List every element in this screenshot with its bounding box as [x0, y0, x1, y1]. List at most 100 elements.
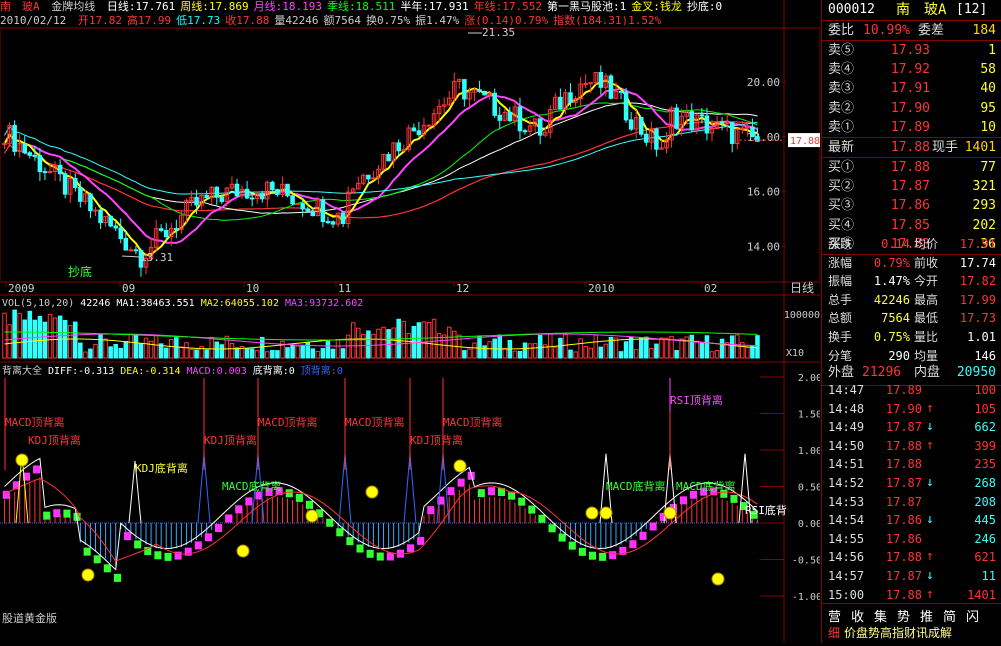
bottom-tab[interactable]: 收: [851, 606, 864, 625]
stat-value: 0.14: [881, 237, 910, 251]
tick-time: 14:54: [828, 513, 865, 528]
chart-area[interactable]: 20.00 18.00 16.00 14.00 17.88 21.35 13.31 抄底 200…: [0, 0, 822, 643]
macd-block: [83, 547, 91, 556]
stat-value: 0.79%: [873, 255, 910, 270]
tick-row[interactable]: 15:00 17.88 ↑ 1401: [822, 586, 1001, 605]
buy-label: 买①: [828, 160, 855, 175]
volume-bar: [482, 345, 487, 359]
volume-bar: [623, 341, 629, 359]
tick-price: 17.88: [885, 438, 922, 453]
volume-bar: [391, 327, 396, 359]
macd-block: [477, 489, 485, 498]
macd-block: [730, 494, 738, 503]
bottom-tab[interactable]: 简: [943, 606, 956, 625]
tick-row[interactable]: 14:54 17.86 ↓ 445: [822, 511, 1001, 530]
vol-title: VOL(5,10,20) 42246 MA1:38463.551 MA2:640…: [2, 298, 363, 309]
current-price-tag: 17.88: [790, 136, 820, 147]
candle-body: [644, 133, 649, 143]
stat-label: 今开: [914, 274, 939, 289]
tick-row[interactable]: 14:48 17.90 ↑ 105: [822, 400, 1001, 419]
macd-block: [33, 465, 41, 474]
volume-bar: [83, 351, 88, 359]
bottom-tab[interactable]: 势: [897, 606, 910, 625]
tick-row[interactable]: 14:53 17.87 208: [822, 493, 1001, 512]
low-annotation-line: [121, 255, 141, 258]
tick-row[interactable]: 14:49 17.87 ↓ 662: [822, 418, 1001, 437]
quote-panel: 000012 南 玻A [12] 委比 10.99% 委差 184 卖⑤ 17.9…: [821, 0, 1001, 643]
bottom-tabs: 营收集势推简闪: [822, 604, 1001, 625]
volume-bar: [118, 347, 124, 359]
x-tick: 11: [338, 282, 351, 295]
tick-time: 14:48: [828, 401, 865, 416]
ohlc-item-4: 量42246: [274, 14, 319, 27]
tick-row[interactable]: 14:47 17.89 100: [822, 381, 1001, 400]
volume-bar: [108, 346, 113, 359]
volume-bar: [184, 342, 189, 359]
tick-row[interactable]: 14:57 17.87 ↓ 11: [822, 567, 1001, 586]
ohlc-item-0: 开17.82: [77, 14, 122, 27]
bottom-mark: 细: [828, 626, 841, 640]
candle-body: [270, 181, 275, 191]
tick-price: 17.86: [885, 531, 922, 546]
tick-price: 17.90: [885, 401, 922, 416]
stock-tag: [12]: [956, 2, 988, 17]
ma-item-0: 日线:17.761: [106, 0, 176, 13]
sell-row: 卖① 17.89 10: [822, 118, 1001, 137]
bottom-tab[interactable]: 闪: [966, 606, 979, 625]
volume-bar: [259, 336, 265, 359]
stat-row: 换手 0.75% 量比 1.01: [822, 328, 1001, 347]
macd-block: [518, 497, 526, 506]
buy-label: 买④: [828, 217, 855, 233]
divergence-label: MACD顶背离: [5, 415, 65, 429]
weibi-value: 10.99%: [863, 23, 910, 38]
sell-vol: 10: [980, 119, 996, 135]
candle-body: [214, 186, 220, 198]
macd-block: [103, 564, 111, 573]
signal-smiley: [81, 568, 95, 582]
vol-y-tick: 100000: [784, 310, 820, 321]
indicator-name: 金牌均线: [51, 0, 96, 13]
candle-body: [305, 208, 310, 212]
bottom-tab[interactable]: 营: [828, 606, 841, 625]
volume-bar: [335, 339, 341, 359]
tick-price: 17.88: [885, 587, 922, 602]
buy-label: 买②: [828, 179, 855, 195]
volume-bar: [143, 337, 149, 359]
tick-time: 14:53: [828, 494, 865, 509]
volume-bar: [588, 347, 593, 359]
tick-vol: 662: [974, 420, 996, 435]
volume-bar: [406, 332, 412, 359]
bottom-tab[interactable]: 推: [920, 606, 933, 625]
tick-row[interactable]: 14:52 17.87 ↓ 268: [822, 474, 1001, 493]
chart-canvas[interactable]: 20.0018.0016.0014.0017.8821.3513.31抄底200…: [0, 0, 822, 643]
macd-block: [134, 540, 142, 549]
sell-row: 卖② 17.90 95: [822, 99, 1001, 118]
bottom-tab[interactable]: 集: [874, 606, 887, 625]
volume-bar: [719, 338, 725, 359]
macd-block: [225, 514, 233, 523]
main-y-tick: 14.00: [747, 241, 780, 254]
bottom-signal: 抄底: [68, 264, 92, 279]
stat-value: 17.91: [959, 237, 996, 251]
stat-value: 1.01: [967, 330, 996, 344]
macd-block: [124, 532, 132, 541]
volume-bar: [189, 348, 194, 359]
candle-body: [719, 121, 725, 124]
tick-row[interactable]: 14:55 17.86 246: [822, 530, 1001, 549]
stat-row: 振幅 1.47% 今开 17.82: [822, 272, 1001, 291]
volume-bar: [361, 333, 366, 359]
macd-y-tick: 1.50: [798, 410, 820, 421]
tick-row[interactable]: 14:56 17.88 ↑ 621: [822, 548, 1001, 567]
macd-block: [578, 547, 586, 556]
tick-row[interactable]: 14:51 17.88 235: [822, 455, 1001, 474]
ma-season-line: [4, 102, 758, 221]
buy-price: 17.87: [890, 179, 930, 195]
low-annotation: 13.31: [140, 251, 173, 264]
macd-block: [305, 500, 314, 509]
volume-bar: [558, 337, 563, 359]
tick-vol: 11: [981, 569, 996, 583]
tick-arrow: ↑: [926, 549, 934, 565]
vol-unit: X10: [786, 348, 804, 359]
tick-row[interactable]: 14:50 17.88 ↑ 399: [822, 437, 1001, 456]
tick-vol: 268: [974, 476, 996, 490]
